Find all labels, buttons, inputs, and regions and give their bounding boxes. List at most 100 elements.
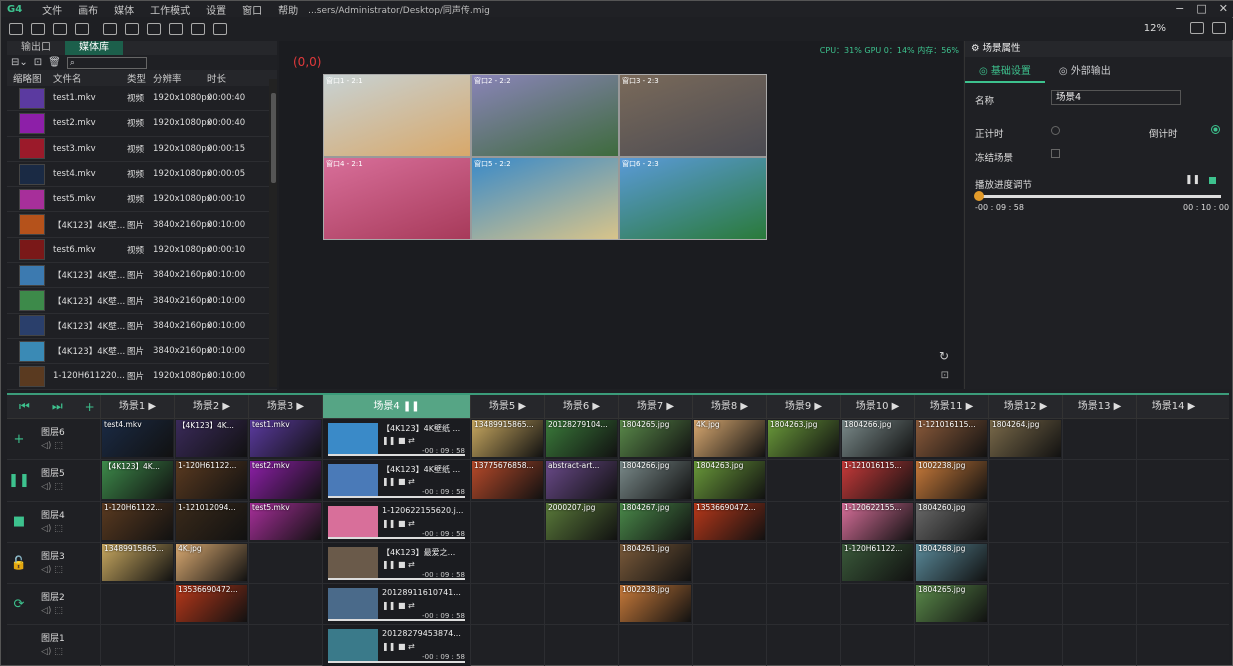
layer-action-button[interactable]: ❚❚ [7, 473, 31, 488]
record-stop-icon[interactable] [191, 23, 205, 35]
clip-controls[interactable]: ❚❚ ■ ⇄ [382, 519, 415, 528]
scene-slot[interactable] [1136, 625, 1210, 666]
layer-audio-icon[interactable]: ◁) ⬚ [41, 606, 63, 616]
clip[interactable]: 1804264.jpg [990, 420, 1061, 458]
scene-header[interactable]: 场景10 ▶ [840, 395, 914, 418]
view-mode-icon[interactable]: ⊟⌄ [11, 57, 28, 68]
scene-header[interactable]: 场景2 ▶ [174, 395, 248, 418]
clip[interactable]: test1.mkv [250, 420, 321, 458]
media-row[interactable]: test5.mkv 视频 1920x1080px 00:00:10 [7, 187, 277, 213]
active-clip[interactable]: 20128279453874... ❚❚ ■ ⇄ -00 : 09 : 58 [324, 626, 469, 663]
layer-action-button[interactable]: 🔓 [7, 556, 31, 571]
clip[interactable]: 13536690472... [694, 502, 765, 540]
scene-slot[interactable]: 1804261.jpg [618, 542, 692, 584]
clip[interactable]: 1-121016115... [842, 461, 913, 499]
tab-basic-settings[interactable]: ◎ 基础设置 [965, 61, 1045, 83]
clip[interactable]: 【4K123】4K... [102, 461, 173, 499]
media-row[interactable]: test4.mkv 视频 1920x1080px 00:00:05 [7, 162, 277, 188]
layer-header[interactable]: ❚❚ 图层5 ◁) ⬚ [7, 460, 100, 500]
scene-slot[interactable] [766, 460, 840, 501]
menu-canvas[interactable]: 画布 [78, 2, 98, 17]
clip[interactable]: 4K.jpg [176, 543, 247, 582]
output-window[interactable]: 窗口6 - 2:3 [620, 158, 766, 239]
scene-header[interactable]: 场景1 ▶ [100, 395, 174, 418]
layer-audio-icon[interactable]: ◁) ⬚ [41, 482, 63, 492]
scene-slot[interactable]: 1804268.jpg [914, 542, 988, 584]
scene-slot[interactable] [692, 542, 766, 584]
clip[interactable]: test2.mkv [250, 461, 321, 499]
zoom-level[interactable]: 12% [1144, 23, 1166, 34]
search-input[interactable]: ⌕ [66, 56, 147, 69]
save-icon[interactable] [53, 23, 67, 35]
clip[interactable]: 1804265.jpg [916, 585, 987, 623]
clip-controls[interactable]: ❚❚ ■ ⇄ [382, 642, 415, 651]
scene-slot[interactable]: 1-120H61122... [100, 501, 174, 542]
clip[interactable]: 【4K123】4K... [176, 420, 247, 458]
scene-slot[interactable]: 13775676858... [470, 460, 544, 501]
scene-slot[interactable]: 【4K123】4K... [100, 460, 174, 501]
scene-slot[interactable]: 1804265.jpg [618, 419, 692, 460]
clip[interactable]: 20128279104... [546, 420, 617, 458]
clip[interactable]: 13489915865... [102, 543, 173, 582]
scene-slot[interactable] [1136, 501, 1210, 542]
clip-controls[interactable]: ❚❚ ■ ⇄ [382, 560, 415, 569]
media-row[interactable]: test1.mkv 视频 1920x1080px 00:00:40 [7, 86, 277, 112]
media-row[interactable]: 【4K123】4K壁纸 (1...图片 3840x2160px00:10:00 [7, 288, 277, 314]
freeze-checkbox[interactable] [1051, 149, 1060, 158]
output-window[interactable]: 窗口5 - 2:2 [472, 158, 618, 239]
scene-slot[interactable] [988, 501, 1062, 542]
scene-slot[interactable]: 1002238.jpg [914, 460, 988, 501]
media-scrollbar[interactable] [269, 79, 277, 387]
scene-slot[interactable]: 20128911610741... ❚❚ ■ ⇄ -00 : 09 : 58 [322, 584, 470, 625]
scene-slot[interactable] [1136, 460, 1210, 501]
media-row[interactable]: 【4K123】4K壁纸 (1...图片 3840x2160px00:10:00 [7, 314, 277, 339]
scene-slot[interactable]: 1804263.jpg [692, 460, 766, 501]
scene-slot[interactable]: 13536690472... [692, 501, 766, 542]
skip-next-icon[interactable]: ⏭ [52, 399, 63, 414]
active-clip[interactable]: 【4K123】最爱之... ❚❚ ■ ⇄ -00 : 09 : 58 [324, 544, 469, 581]
clip[interactable]: 1804260.jpg [916, 502, 987, 540]
scene-slot[interactable]: 20128279104... [544, 419, 618, 460]
scene-slot[interactable]: 1-121012094... [174, 501, 248, 542]
menu-help[interactable]: 帮助 [278, 2, 298, 17]
scene-header[interactable]: 场景9 ▶ [766, 395, 840, 418]
clip[interactable]: 13775676858... [472, 461, 543, 499]
scene-slot[interactable] [618, 625, 692, 666]
clip[interactable]: 1-120H61122... [842, 543, 913, 582]
layer-header[interactable]: ⟳ 图层2 ◁) ⬚ [7, 584, 100, 624]
clip[interactable]: 1804263.jpg [694, 461, 765, 499]
scene-header[interactable]: 场景6 ▶ [544, 395, 618, 418]
scene-slot[interactable]: 1-121016115... [840, 460, 914, 501]
scene-slot[interactable]: 1804267.jpg [618, 501, 692, 542]
output-window[interactable]: 窗口1 - 2:1 [324, 75, 470, 156]
clip[interactable]: 1-120H61122... [176, 461, 247, 499]
scene-slot[interactable] [766, 584, 840, 625]
clip[interactable]: abstract-art... [546, 461, 617, 499]
tab-media-library[interactable]: 媒体库 [65, 41, 123, 55]
scene-header[interactable]: 场景11 ▶ [914, 395, 988, 418]
scene-slot[interactable]: 【4K123】4K壁纸 ... ❚❚ ■ ⇄ -00 : 09 : 58 [322, 419, 470, 460]
media-row[interactable]: 【4K123】4K壁纸 (9)...图片 3840x2160px00:10:00 [7, 212, 277, 238]
scene-slot[interactable]: 1-120H61122... [840, 542, 914, 584]
layer-header[interactable]: 🔓 图层3 ◁) ⬚ [7, 543, 100, 583]
scene-slot[interactable]: 1-120622155... [840, 501, 914, 542]
gear-icon[interactable] [147, 23, 161, 35]
scene-slot[interactable] [766, 501, 840, 542]
media-row[interactable]: test3.mkv 视频 1920x1080px 00:00:15 [7, 137, 277, 162]
scene-slot[interactable]: 1-120H61122... [174, 460, 248, 501]
active-clip[interactable]: 【4K123】4K壁纸 ... ❚❚ ■ ⇄ -00 : 09 : 58 [324, 461, 469, 498]
scene-slot[interactable] [470, 542, 544, 584]
scene-name-input[interactable]: 场景4 [1051, 90, 1181, 105]
scene-slot[interactable] [100, 625, 174, 666]
scene-slot[interactable]: test4.mkv [100, 419, 174, 460]
clip[interactable]: 1002238.jpg [620, 585, 691, 623]
scene-slot[interactable] [988, 584, 1062, 625]
scene-slot[interactable]: 1-121016115... [914, 419, 988, 460]
scene-slot[interactable] [470, 501, 544, 542]
clip[interactable]: 2000207.jpg [546, 502, 617, 540]
clip[interactable]: 1804267.jpg [620, 502, 691, 540]
clip[interactable]: 1804265.jpg [620, 420, 691, 458]
menu-workmode[interactable]: 工作模式 [150, 2, 190, 17]
clip[interactable]: 1804268.jpg [916, 543, 987, 582]
layer-header[interactable]: ■ 图层4 ◁) ⬚ [7, 502, 100, 542]
